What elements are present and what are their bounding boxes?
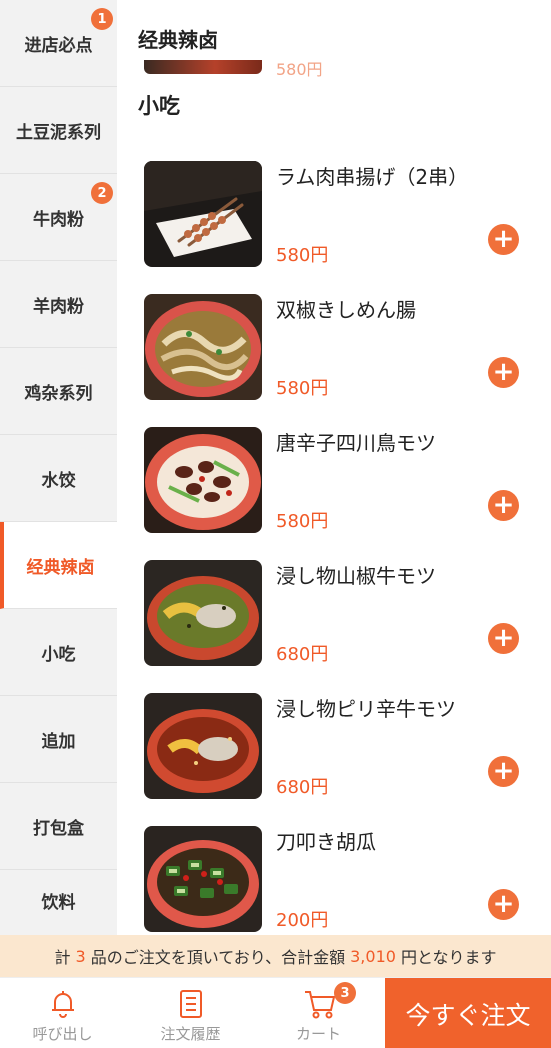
menu-item[interactable]: 浸し物ピリ辛牛モツ 680円 +	[117, 693, 551, 826]
summary-item-count: 3	[75, 946, 86, 966]
section-sticky-header: 经典辣卤	[117, 0, 551, 60]
section-title: 小吃	[138, 94, 180, 118]
sidebar-item-shop-must-order[interactable]: 进店必点 1	[0, 0, 117, 87]
sidebar-item-dumplings[interactable]: 水饺	[0, 435, 117, 522]
menu-item[interactable]: 双椒きしめん腸 580円 +	[117, 294, 551, 427]
item-name: 唐辛子四川鳥モツ	[276, 431, 436, 455]
sidebar-item-extras[interactable]: 追加	[0, 696, 117, 783]
bell-icon	[47, 988, 79, 1020]
count-badge: 2	[91, 182, 113, 204]
sidebar-item-drinks[interactable]: 饮料	[0, 870, 117, 930]
item-name: 刀叩き胡瓜	[276, 830, 376, 854]
sidebar-item-label: 进店必点	[24, 35, 93, 56]
sidebar-item-snacks[interactable]: 小吃	[0, 609, 117, 696]
order-history-button[interactable]: 注文履歴	[128, 978, 253, 1048]
sidebar-item-beef-noodles[interactable]: 牛肉粉 2	[0, 174, 117, 261]
menu-list[interactable]: 经典辣卤 580円 小吃 ラム肉串揚げ（2串） 580円 + 双椒きしめん腸 5…	[117, 0, 551, 935]
cart-button[interactable]: 3 カート	[256, 978, 381, 1048]
count-badge: 1	[91, 8, 113, 30]
add-to-cart-button[interactable]: +	[488, 623, 519, 654]
sidebar-item-chicken-giblets[interactable]: 鸡杂系列	[0, 348, 117, 435]
add-to-cart-button[interactable]: +	[488, 756, 519, 787]
sidebar-item-label: 土豆泥系列	[16, 122, 101, 143]
summary-prefix: 計	[54, 948, 71, 967]
summary-middle-text: 品のご注文を頂いており、合計金額	[90, 948, 346, 967]
order-history-label: 注文履歴	[160, 1025, 221, 1043]
sidebar-item-takeout-box[interactable]: 打包盒	[0, 783, 117, 870]
call-staff-button[interactable]: 呼び出し	[0, 978, 125, 1048]
order-now-button[interactable]: 今すぐ注文	[385, 978, 551, 1048]
sidebar-item-label: 经典辣卤	[26, 557, 95, 578]
item-photo	[144, 294, 262, 400]
menu-item[interactable]: ラム肉串揚げ（2串） 580円 +	[117, 161, 551, 294]
menu-item[interactable]: 唐辛子四川鳥モツ 580円 +	[117, 427, 551, 560]
item-price: 680円	[276, 777, 329, 798]
sidebar-item-mutton-noodles[interactable]: 羊肉粉	[0, 261, 117, 348]
item-price: 580円	[276, 511, 329, 532]
call-staff-label: 呼び出し	[32, 1025, 93, 1043]
sidebar-item-label: 追加	[41, 731, 76, 752]
bottom-nav: 呼び出し 注文履歴 3 カート 今すぐ注文	[0, 977, 551, 1048]
sidebar-item-label: 小吃	[41, 644, 76, 665]
item-photo	[144, 161, 262, 267]
sidebar-item-mashed-potato[interactable]: 土豆泥系列	[0, 87, 117, 174]
item-price: 680円	[276, 644, 329, 665]
item-price: 580円	[276, 245, 329, 266]
list-document-icon	[175, 988, 207, 1020]
sidebar-item-label: 饮料	[41, 892, 76, 913]
item-photo	[144, 560, 262, 666]
item-photo	[144, 826, 262, 932]
sidebar-item-label: 牛肉粉	[33, 209, 84, 230]
item-photo	[144, 427, 262, 533]
summary-suffix: 円となります	[400, 948, 497, 967]
previous-item-image	[144, 60, 262, 74]
order-summary-bar: 計 3 品のご注文を頂いており、合計金額 3,010 円となります	[0, 935, 551, 977]
menu-item[interactable]: 刀叩き胡瓜 200円 +	[117, 826, 551, 935]
sidebar-item-label: 水饺	[41, 470, 76, 491]
item-name: 双椒きしめん腸	[276, 298, 416, 322]
sidebar-item-label: 打包盒	[33, 818, 84, 839]
cart-icon	[303, 988, 335, 1020]
add-to-cart-button[interactable]: +	[488, 490, 519, 521]
item-price: 580円	[276, 378, 329, 399]
add-to-cart-button[interactable]: +	[488, 889, 519, 920]
sidebar-item-label: 羊肉粉	[33, 296, 84, 317]
item-name: 浸し物ピリ辛牛モツ	[276, 697, 456, 721]
item-name: ラム肉串揚げ（2串）	[276, 165, 469, 189]
sidebar-item-label: 鸡杂系列	[24, 383, 93, 404]
add-to-cart-button[interactable]: +	[488, 224, 519, 255]
add-to-cart-button[interactable]: +	[488, 357, 519, 388]
sidebar-item-spicy-braised[interactable]: 经典辣卤	[0, 522, 117, 609]
item-photo	[144, 693, 262, 799]
item-name: 浸し物山椒牛モツ	[276, 564, 436, 588]
summary-total-amount: 3,010	[350, 946, 396, 966]
menu-item[interactable]: 浸し物山椒牛モツ 680円 +	[117, 560, 551, 693]
item-price: 200円	[276, 910, 329, 931]
category-sidebar: 进店必点 1 土豆泥系列 牛肉粉 2 羊肉粉 鸡杂系列 水饺 经典辣卤 小吃 追…	[0, 0, 117, 935]
cart-label: カート	[295, 1025, 341, 1043]
cart-count-badge: 3	[334, 982, 356, 1004]
